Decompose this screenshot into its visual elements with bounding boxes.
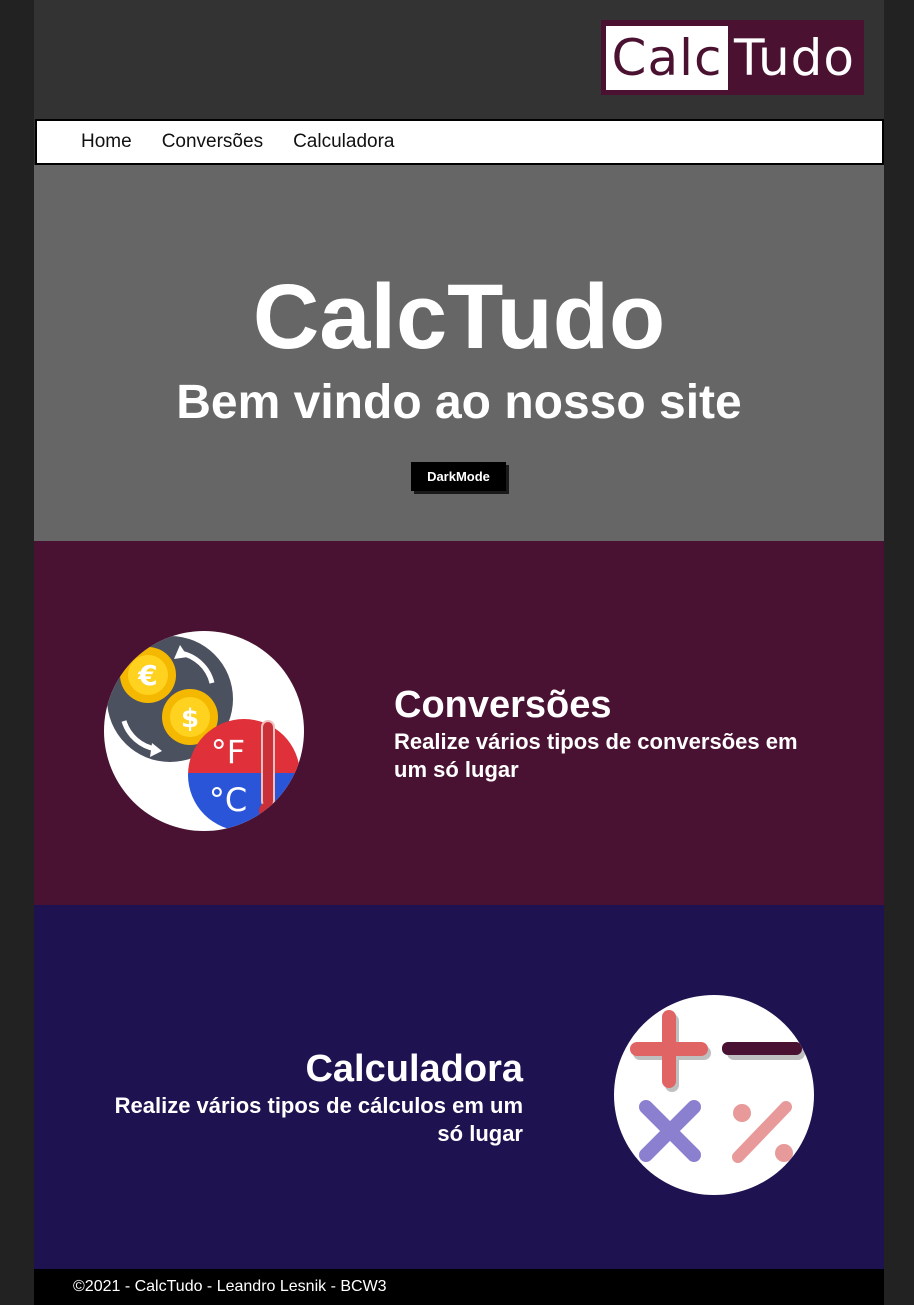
logo-text-tudo: Tudo [734,28,855,87]
hero-subtitle: Bem vindo ao nosso site [176,376,742,429]
math-operators-svg [630,1010,805,1163]
darkmode-button[interactable]: DarkMode [411,462,506,491]
currency-temperature-svg: € $ °F °C [107,636,300,831]
page: Calc Tudo Home Conversões Calculadora Ca… [34,0,884,1305]
nav-item-calculadora[interactable]: Calculadora [293,131,394,153]
calculator-description: Realize vários tipos de cálculos em um s… [114,1093,523,1146]
calculator-section: Calculadora Realize vários tipos de cálc… [34,905,884,1269]
logo[interactable]: Calc Tudo [601,20,864,95]
calculator-title[interactable]: Calculadora [305,1049,523,1089]
svg-text:°F: °F [211,733,245,771]
header: Calc Tudo [34,0,884,119]
svg-text:°C: °C [209,781,247,819]
nav-item-home[interactable]: Home [81,131,132,153]
conversions-section: € $ °F °C Conversões Realize vários tipo… [34,541,884,905]
math-operators-icon[interactable] [614,995,814,1195]
hero: CalcTudo Bem vindo ao nosso site DarkMod… [34,165,884,541]
footer: ©2021 - CalcTudo - Leandro Lesnik - BCW3 [34,1269,884,1305]
footer-text: ©2021 - CalcTudo - Leandro Lesnik - BCW3 [73,1278,387,1295]
conversions-title[interactable]: Conversões [394,685,612,725]
logo-text-calc: Calc [606,25,728,90]
main-nav: Home Conversões Calculadora [35,119,884,165]
currency-temperature-icon[interactable]: € $ °F °C [104,631,304,831]
svg-text:$: $ [181,704,199,734]
svg-text:€: € [137,659,157,692]
conversions-description: Realize vários tipos de conversões em um… [394,729,798,782]
hero-title: CalcTudo [252,266,666,368]
nav-item-conversoes[interactable]: Conversões [162,131,263,153]
